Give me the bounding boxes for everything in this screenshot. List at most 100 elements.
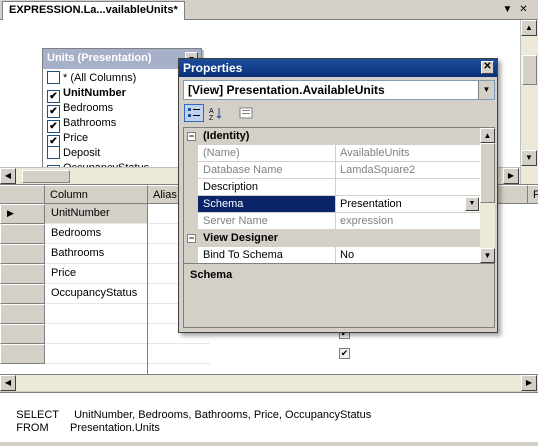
scroll-down-icon[interactable]: ▼ <box>521 150 537 166</box>
property-row[interactable]: Schema Presentation ▼ <box>184 196 480 213</box>
sql-line-from: FROM Presentation.Units <box>4 410 160 446</box>
row-selector[interactable] <box>0 344 45 364</box>
property-gutter <box>184 162 198 179</box>
property-row[interactable]: Description <box>184 179 480 196</box>
property-grid[interactable]: − (Identity) (Name) AvailableUnits Database … <box>183 127 495 328</box>
row-selector[interactable] <box>0 224 45 244</box>
scroll-thumb[interactable] <box>480 143 495 203</box>
property-row[interactable]: (Name) AvailableUnits <box>184 145 480 162</box>
collapse-icon[interactable]: − <box>187 234 196 243</box>
table-column-label: Bedrooms <box>63 102 114 114</box>
table-column-label: * (All Columns) <box>63 72 137 84</box>
object-selector[interactable]: [View] Presentation.AvailableUnits ▼ <box>183 80 495 100</box>
property-pages-icon[interactable] <box>236 104 256 122</box>
property-value: LamdaSquare2 <box>336 162 480 179</box>
table-column-item[interactable]: ✔ Bathrooms <box>47 116 116 133</box>
properties-title-bar[interactable]: Properties ✕ <box>179 59 497 77</box>
column-cell[interactable]: Bedrooms <box>45 224 147 244</box>
property-gutter <box>184 145 198 162</box>
column-cell[interactable]: OccupancyStatus <box>45 284 147 304</box>
alphabetical-icon[interactable]: AZ <box>206 104 226 122</box>
scroll-up-icon[interactable]: ▲ <box>480 128 495 143</box>
property-name: View Designer <box>198 230 480 247</box>
property-category[interactable]: − (Identity) <box>184 128 480 145</box>
sql-from-keyword: FROM <box>16 422 49 434</box>
checkbox-icon[interactable] <box>47 71 60 84</box>
property-gutter <box>184 179 198 196</box>
table-column-item[interactable]: ✔ Price <box>47 131 89 148</box>
scroll-thumb[interactable] <box>22 170 70 183</box>
scroll-thumb[interactable] <box>522 55 537 85</box>
property-value[interactable] <box>336 179 480 196</box>
table-column-item[interactable]: Deposit <box>47 146 100 161</box>
row-selector[interactable] <box>0 244 45 264</box>
diagram-vertical-scrollbar[interactable]: ▲ ▼ <box>520 20 538 184</box>
properties-title: Properties <box>183 61 243 75</box>
property-row[interactable]: Bind To Schema No <box>184 247 480 264</box>
chevron-down-icon[interactable]: ▼ <box>478 81 494 99</box>
collapse-icon[interactable]: − <box>187 132 196 141</box>
property-value[interactable]: No <box>336 247 480 264</box>
column-cell[interactable] <box>45 304 147 324</box>
property-grid-scrollbar[interactable]: ▲ ▼ <box>480 128 495 263</box>
scroll-down-icon[interactable]: ▼ <box>480 248 495 263</box>
property-value-text: AvailableUnits <box>340 147 410 159</box>
svg-text:A: A <box>209 108 214 115</box>
property-gutter: − <box>184 128 198 145</box>
svg-text:Z: Z <box>209 115 214 120</box>
document-tab-strip: EXPRESSION.La...vailableUnits* ▼ ✕ <box>0 0 538 20</box>
property-name: Schema <box>198 196 336 213</box>
property-description: Schema <box>184 263 494 327</box>
object-selector-value: [View] Presentation.AvailableUnits <box>188 83 385 97</box>
categorized-icon[interactable] <box>184 104 204 122</box>
scroll-right-icon[interactable]: ▶ <box>521 375 537 391</box>
column-cell[interactable] <box>45 324 147 344</box>
scroll-left-icon[interactable]: ◀ <box>0 375 16 391</box>
table-column-item[interactable]: ✔ Bedrooms <box>47 101 114 118</box>
column-cell[interactable] <box>45 344 147 364</box>
property-category[interactable]: − View Designer <box>184 230 480 247</box>
close-icon[interactable]: ✕ <box>481 61 494 74</box>
column-header[interactable]: Column <box>45 185 148 204</box>
grid-horizontal-scrollbar[interactable]: ◀ ▶ <box>0 374 538 391</box>
document-tab[interactable]: EXPRESSION.La...vailableUnits* <box>2 1 185 20</box>
scroll-left-icon[interactable]: ◀ <box>0 168 16 184</box>
property-name: Description <box>198 179 336 196</box>
scroll-right-icon[interactable]: ▶ <box>503 168 519 184</box>
alias-cell[interactable] <box>148 344 210 364</box>
properties-window[interactable]: Properties ✕ [View] Presentation.Availab… <box>178 58 498 333</box>
property-name: Database Name <box>198 162 336 179</box>
property-gutter <box>184 196 198 213</box>
row-selector[interactable] <box>0 264 45 284</box>
output-checkbox-checked-icon[interactable]: ✔ <box>339 348 350 359</box>
current-row-arrow-icon: ▶ <box>7 208 14 218</box>
property-row[interactable]: Database Name LamdaSquare2 <box>184 162 480 179</box>
sql-from-table: Presentation.Units <box>70 422 160 434</box>
scroll-up-icon[interactable]: ▲ <box>521 20 537 36</box>
f-header[interactable]: F <box>528 185 538 204</box>
table-column-label: Price <box>63 132 89 144</box>
table-column-item[interactable]: ✔ UnitNumber <box>47 86 126 103</box>
property-gutter <box>184 247 198 264</box>
property-description-title: Schema <box>190 269 233 281</box>
property-value-text: Presentation <box>340 198 402 210</box>
row-selector[interactable] <box>0 324 45 344</box>
row-selector[interactable]: ▶ <box>0 204 45 224</box>
tab-list-arrow-icon[interactable]: ▼ <box>501 4 514 16</box>
checkbox-icon[interactable] <box>47 146 60 159</box>
column-cell[interactable]: Bathrooms <box>45 244 147 264</box>
property-gutter: − <box>184 230 198 247</box>
property-row[interactable]: Server Name expression <box>184 213 480 230</box>
table-column-item[interactable]: * (All Columns) <box>47 71 136 86</box>
row-selector[interactable] <box>0 304 45 324</box>
row-selector[interactable] <box>0 284 45 304</box>
column-cell[interactable]: Price <box>45 264 147 284</box>
property-value-text: expression <box>340 215 394 227</box>
sql-pane[interactable]: SELECT UnitNumber, Bedrooms, Bathrooms, … <box>0 392 538 442</box>
property-value[interactable]: Presentation ▼ <box>336 196 480 213</box>
chevron-down-icon[interactable]: ▼ <box>465 197 479 211</box>
table-box-title-text: Units (Presentation) <box>47 52 152 64</box>
property-value-text: No <box>340 249 355 261</box>
column-cell[interactable]: UnitNumber <box>45 204 147 224</box>
close-document-icon[interactable]: ✕ <box>517 4 530 16</box>
